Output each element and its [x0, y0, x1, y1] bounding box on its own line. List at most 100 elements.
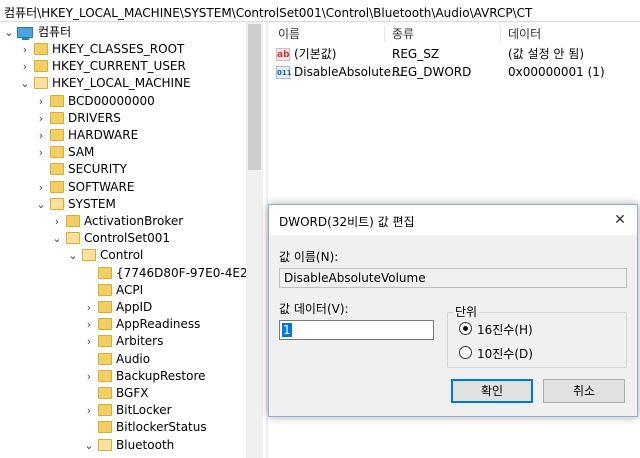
folder-icon [50, 197, 64, 210]
chevron-right-icon[interactable]: › [36, 179, 46, 196]
column-header-data[interactable]: 데이터 [508, 25, 541, 43]
tree-item[interactable]: {7746D80F-97E0-4E26-95 [0, 265, 262, 282]
value-data-label: 값 데이터(V): [279, 302, 349, 316]
folder-icon [50, 163, 64, 176]
chevron-down-icon[interactable]: ⌄ [20, 75, 30, 92]
value-data-text: 1 [282, 323, 292, 337]
tree-item[interactable]: ⌄ Bluetooth [0, 437, 246, 454]
cancel-button[interactable]: 취소 [543, 379, 625, 403]
tree-item[interactable]: › AppReadiness [0, 316, 246, 333]
column-header-name[interactable]: 이름 [278, 25, 300, 43]
chevron-right-icon[interactable]: › [84, 368, 94, 385]
column-header-type[interactable]: 종류 [392, 25, 414, 43]
folder-icon [98, 438, 112, 451]
tree-item[interactable]: › BackupRestore [0, 368, 246, 385]
folder-icon [98, 369, 112, 382]
close-icon[interactable]: ✕ [609, 209, 631, 231]
column-separator[interactable] [384, 26, 385, 42]
radio-hexadecimal[interactable]: 16진수(H) [459, 320, 619, 337]
address-bar[interactable]: 컴퓨터\HKEY_LOCAL_MACHINE\SYSTEM\ControlSet… [0, 0, 640, 22]
tree-item-label: BackupRestore [116, 368, 206, 383]
folder-icon [66, 215, 80, 227]
tree-item-label: ControlSet001 [84, 231, 170, 246]
tree-item[interactable]: ⌄ ControlSet001 [0, 230, 246, 247]
folder-icon [34, 77, 48, 90]
computer-icon [17, 27, 33, 40]
chevron-right-icon[interactable]: › [36, 93, 46, 110]
value-data: (값 설정 안 됨) [508, 47, 585, 61]
chevron-right-icon[interactable]: › [84, 299, 94, 316]
folder-icon [98, 335, 112, 348]
tree-item[interactable]: › HARDWARE [0, 127, 246, 144]
tree-item[interactable]: BitlockerStatus [0, 419, 246, 436]
folder-icon [82, 249, 96, 262]
value-data-input[interactable]: 1 [279, 320, 434, 340]
value-type: REG_SZ [392, 47, 440, 61]
chevron-down-icon[interactable]: ⌄ [52, 230, 62, 247]
value-name-field[interactable]: DisableAbsoluteVolume [279, 268, 627, 288]
tree-item[interactable]: SECURITY [0, 161, 246, 178]
tree-item[interactable]: › AppID [0, 299, 246, 316]
radio-decimal[interactable]: 10진수(D) [459, 344, 619, 361]
value-name-label: 값 이름(N): [279, 250, 339, 264]
tree-item[interactable]: ⌄ Control [0, 247, 246, 264]
tree-root-computer[interactable]: ⌄ 컴퓨터 [0, 24, 246, 41]
dialog-title: DWORD(32비트) 값 편집 [279, 215, 415, 229]
folder-icon [98, 318, 112, 331]
chevron-right-icon[interactable]: › [36, 127, 46, 144]
folder-icon [50, 129, 64, 141]
tree-item[interactable]: › ActivationBroker [0, 213, 246, 230]
string-value-icon: ab [276, 48, 290, 61]
radio-unselected-icon[interactable] [459, 346, 472, 359]
tree-scrollbar[interactable] [246, 22, 263, 458]
tree-item-label: DRIVERS [68, 110, 121, 125]
chevron-down-icon[interactable]: ⌄ [36, 196, 46, 213]
tree-item[interactable]: › SAM [0, 144, 246, 161]
radio-dec-label: 10진수(D) [477, 347, 533, 361]
chevron-right-icon[interactable]: › [52, 213, 62, 230]
tree-item[interactable]: › BCD00000000 [0, 93, 246, 110]
tree-item[interactable]: ⌄ SYSTEM [0, 196, 246, 213]
radio-selected-icon[interactable] [459, 322, 472, 335]
ok-button[interactable]: 확인 [451, 379, 533, 403]
chevron-down-icon[interactable]: ⌄ [68, 247, 78, 264]
chevron-right-icon[interactable]: › [36, 144, 46, 161]
tree-item[interactable]: ⌄ HKEY_LOCAL_MACHINE [0, 75, 246, 92]
chevron-right-icon[interactable]: › [20, 58, 30, 75]
tree-item[interactable]: Audio [0, 351, 246, 368]
radio-hex-label: 16진수(H) [477, 323, 533, 337]
tree-item[interactable]: BGFX [0, 385, 246, 402]
chevron-right-icon[interactable]: › [84, 333, 94, 350]
chevron-down-icon[interactable]: ⌄ [4, 24, 14, 41]
value-name: (기본값) [294, 47, 337, 61]
tree-item[interactable]: › HKEY_CURRENT_USER [0, 58, 246, 75]
value-row[interactable]: 011 DisableAbsolute… REG_DWORD 0x0000000… [270, 64, 640, 81]
tree-item-label: Arbiters [116, 334, 164, 349]
chevron-right-icon[interactable]: › [84, 402, 94, 419]
chevron-right-icon[interactable]: › [36, 110, 46, 127]
folder-icon [98, 421, 112, 434]
tree-item[interactable]: ACPI [0, 282, 246, 299]
tree-item-label: HARDWARE [68, 128, 139, 142]
tree-item[interactable]: › DRIVERS [0, 110, 246, 127]
value-name: DisableAbsolute… [294, 65, 403, 79]
folder-icon [98, 283, 112, 296]
dialog-titlebar[interactable]: DWORD(32비트) 값 편집 ✕ [269, 205, 637, 235]
tree-item-label: AppID [116, 300, 153, 314]
tree-item[interactable]: › SOFTWARE [0, 179, 246, 196]
tree-item[interactable]: › BitLocker [0, 402, 246, 419]
folder-icon [98, 387, 112, 399]
chevron-right-icon[interactable]: › [84, 316, 94, 333]
folder-icon [98, 404, 112, 417]
folder-icon [98, 266, 112, 279]
chevron-right-icon[interactable]: › [20, 41, 30, 58]
column-separator[interactable] [500, 26, 501, 42]
tree-scrollbar-thumb[interactable] [248, 24, 261, 170]
tree-item-label: HKEY_CLASSES_ROOT [52, 42, 185, 56]
value-row[interactable]: ab (기본값) REG_SZ (값 설정 안 됨) [270, 46, 640, 63]
tree-item-label: SAM [68, 145, 95, 160]
tree-item[interactable]: › Arbiters [0, 333, 246, 350]
chevron-down-icon[interactable]: ⌄ [84, 437, 94, 454]
folder-icon [34, 60, 48, 73]
tree-item[interactable]: › HKEY_CLASSES_ROOT [0, 41, 246, 58]
